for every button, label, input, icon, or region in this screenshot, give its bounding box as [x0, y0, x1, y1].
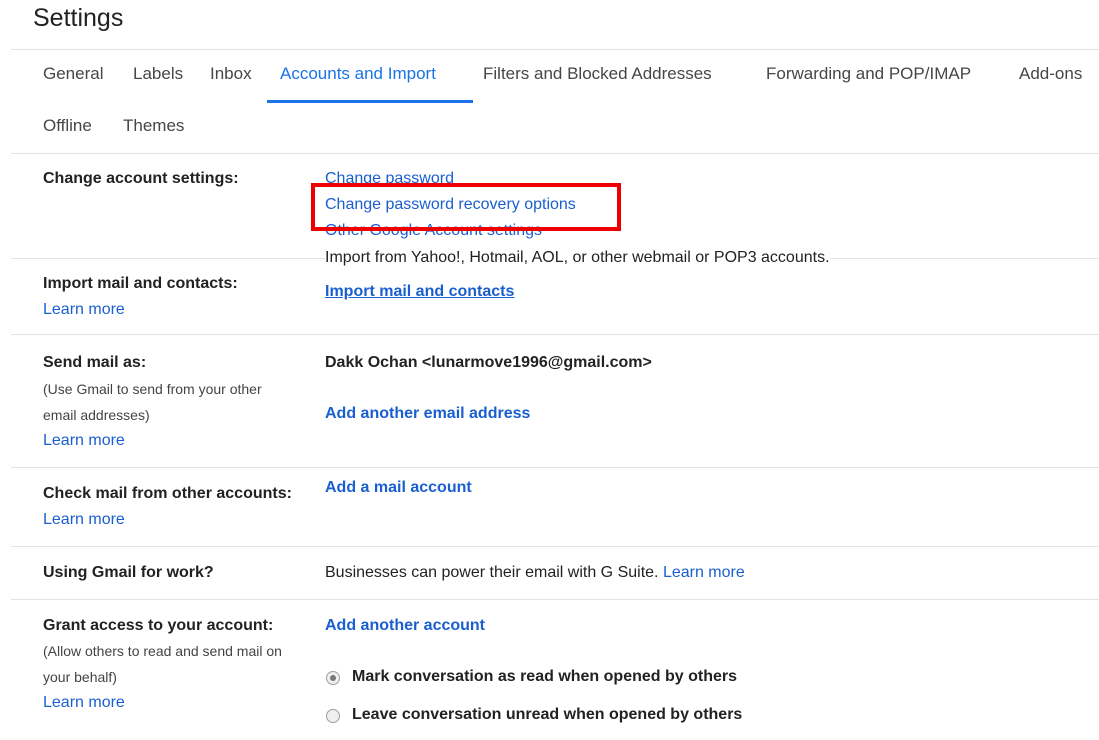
divider [11, 467, 1099, 468]
active-tab-indicator [267, 100, 473, 103]
gmail-for-work-learn-more-link[interactable]: Learn more [663, 564, 745, 581]
tab-filters-and-blocked-addresses[interactable]: Filters and Blocked Addresses [483, 64, 712, 84]
mark-as-read-radio[interactable] [326, 671, 340, 685]
import-mail-and-contacts-link[interactable]: Import mail and contacts [325, 283, 514, 301]
change-account-settings-label: Change account settings: [43, 170, 239, 187]
send-mail-as-learn-more-link[interactable]: Learn more [43, 432, 125, 450]
tab-forwarding-and-pop-imap[interactable]: Forwarding and POP/IMAP [766, 64, 971, 84]
divider [11, 546, 1099, 547]
page-title: Settings [33, 4, 124, 32]
add-another-account-link[interactable]: Add another account [325, 617, 485, 635]
check-mail-label: Check mail from other accounts: [43, 485, 292, 502]
tab-add-ons[interactable]: Add-ons [1019, 64, 1082, 84]
grant-access-label: Grant access to your account: [43, 617, 274, 634]
radio-selected-dot [330, 675, 336, 681]
tab-labels[interactable]: Labels [133, 64, 183, 84]
tab-themes[interactable]: Themes [123, 116, 184, 136]
check-mail-learn-more-link[interactable]: Learn more [43, 511, 125, 529]
divider [11, 599, 1099, 600]
divider [11, 49, 1099, 50]
highlight-box [311, 183, 621, 231]
import-description: Import from Yahoo!, Hotmail, AOL, or oth… [325, 249, 830, 267]
leave-unread-option-label: Leave conversation unread when opened by… [352, 706, 743, 723]
divider [11, 334, 1099, 335]
tab-general[interactable]: General [43, 64, 103, 84]
send-mail-as-description: (Use Gmail to send from your other [43, 381, 262, 397]
add-a-mail-account-link[interactable]: Add a mail account [325, 479, 472, 497]
import-mail-and-contacts-label: Import mail and contacts: [43, 275, 238, 292]
mark-as-read-option-label: Mark conversation as read when opened by… [352, 668, 737, 685]
grant-access-description: (Allow others to read and send mail on [43, 643, 282, 659]
leave-unread-radio[interactable] [326, 709, 340, 723]
divider [11, 153, 1099, 154]
tab-accounts-and-import[interactable]: Accounts and Import [280, 64, 436, 84]
grant-access-learn-more-link[interactable]: Learn more [43, 694, 125, 712]
tab-offline[interactable]: Offline [43, 116, 92, 136]
send-mail-as-label: Send mail as: [43, 354, 147, 371]
grant-access-description: your behalf) [43, 669, 117, 685]
tab-inbox[interactable]: Inbox [210, 64, 252, 84]
gmail-for-work-description: Businesses can power their email with G … [325, 564, 659, 581]
gmail-for-work-text: Businesses can power their email with G … [325, 564, 745, 582]
import-learn-more-link[interactable]: Learn more [43, 301, 125, 319]
send-as-address: Dakk Ochan <lunarmove1996@gmail.com> [325, 354, 652, 371]
send-mail-as-description: email addresses) [43, 407, 150, 423]
add-another-email-address-link[interactable]: Add another email address [325, 405, 530, 423]
gmail-for-work-label: Using Gmail for work? [43, 564, 214, 581]
